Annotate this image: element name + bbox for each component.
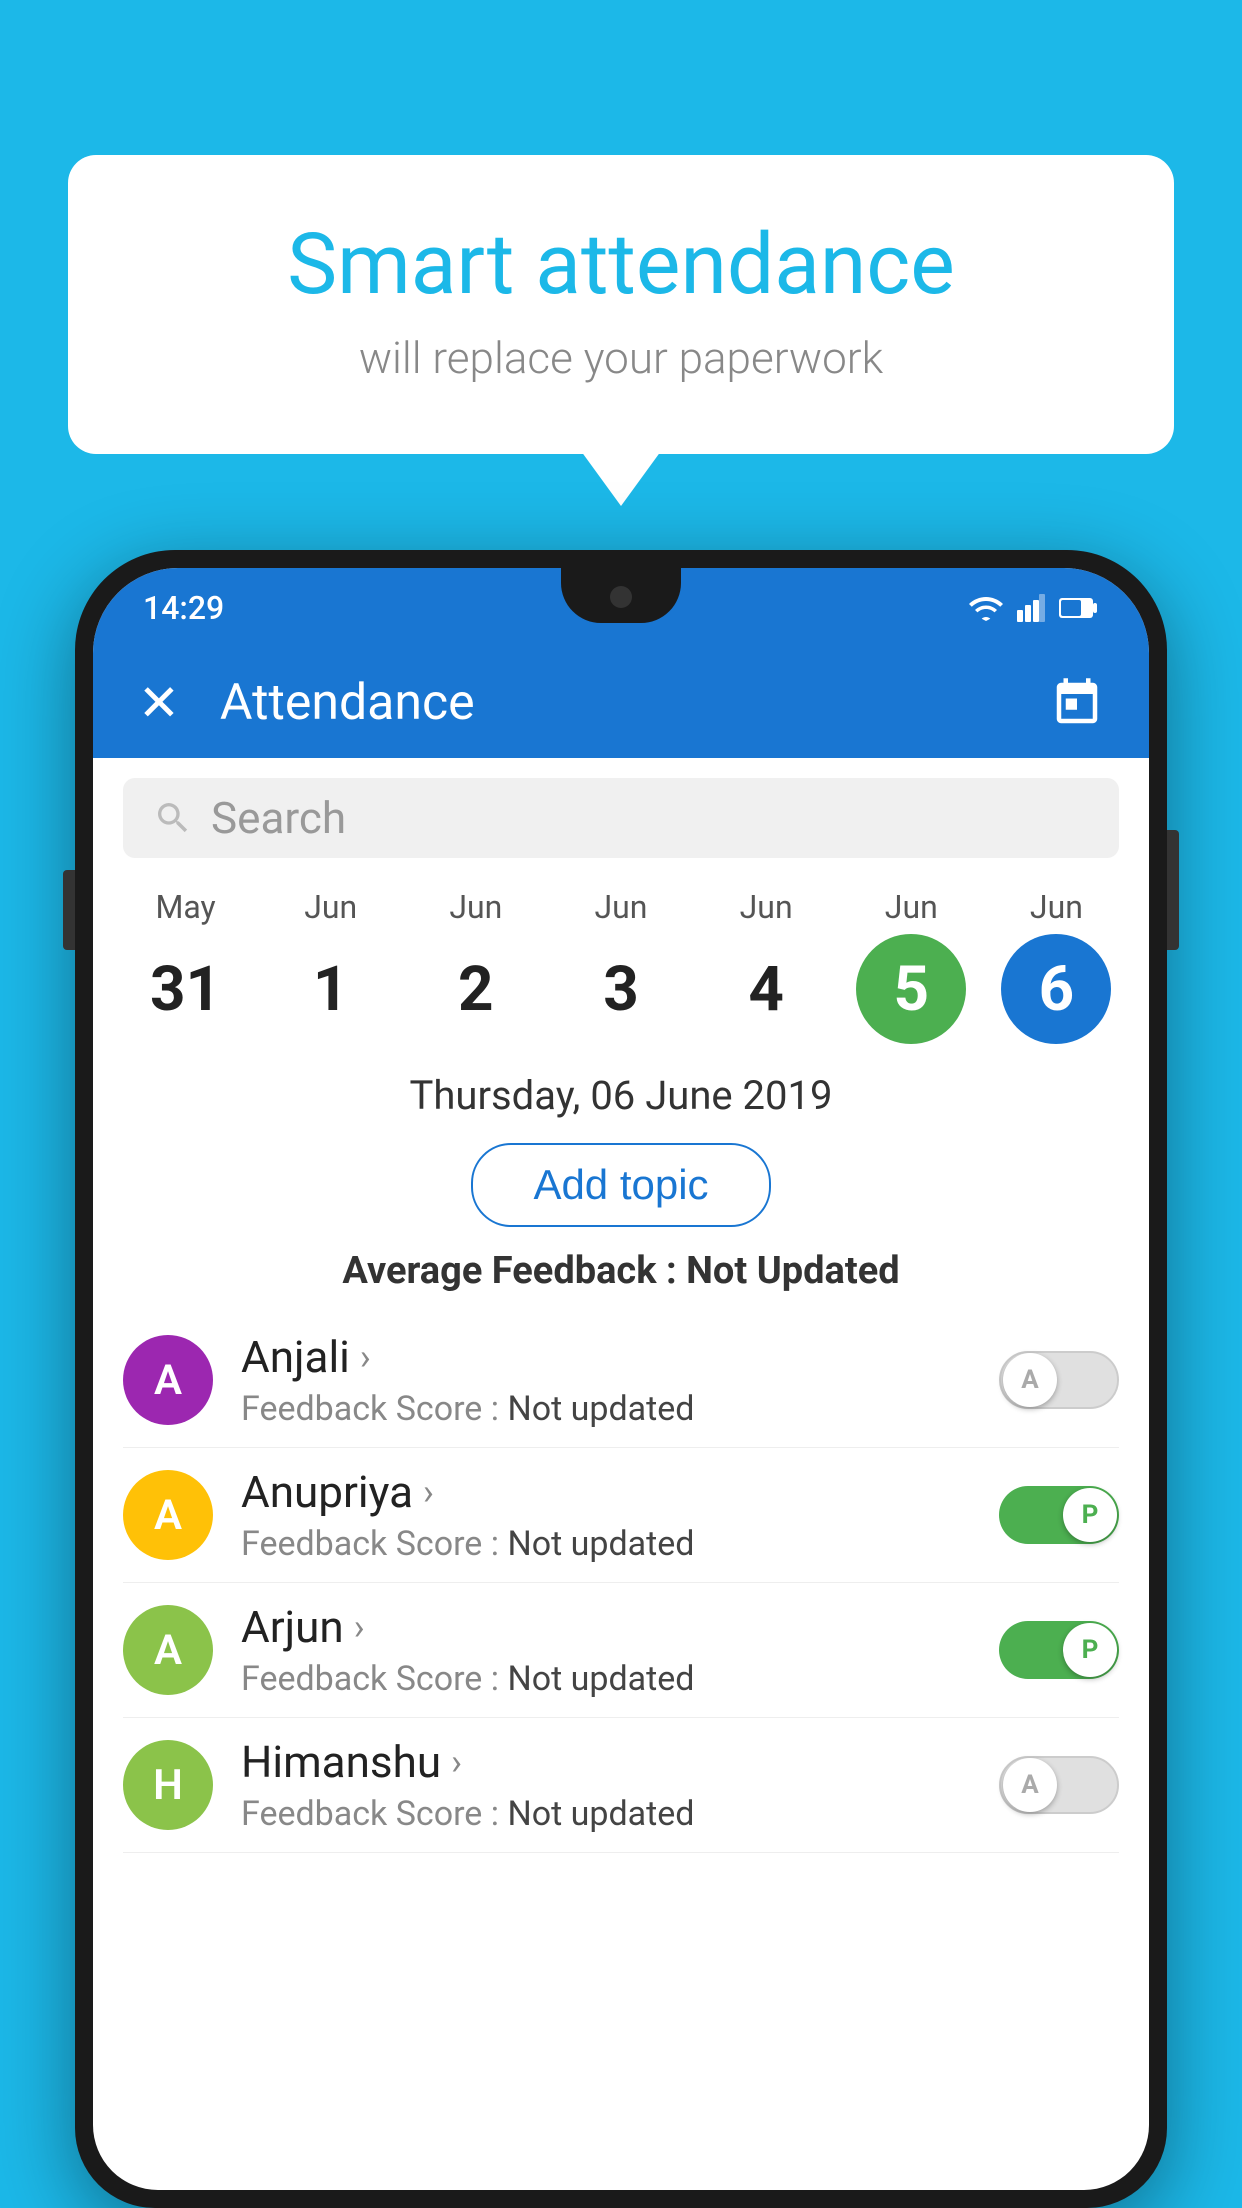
chevron-icon: › — [354, 1606, 365, 1648]
date-day-number[interactable]: 4 — [711, 934, 821, 1044]
toggle-container: P — [989, 1486, 1119, 1544]
notch — [561, 568, 681, 623]
student-info: Anjali › Feedback Score : Not updated — [241, 1331, 989, 1429]
date-day-number[interactable]: 5 — [856, 934, 966, 1044]
status-time: 14:29 — [143, 589, 224, 627]
side-button-left — [63, 870, 75, 950]
date-month-label: Jun — [1030, 888, 1083, 926]
avg-feedback-label: Average Feedback : — [342, 1249, 686, 1293]
date-scroller: May 31 Jun 1 Jun 2 Jun 3 Jun 4 Jun 5 Jun 6 — [93, 878, 1149, 1054]
student-feedback: Feedback Score : Not updated — [241, 1659, 989, 1699]
date-col[interactable]: Jun 4 — [696, 888, 836, 1044]
toggle-container: A — [989, 1756, 1119, 1814]
avatar: A — [123, 1605, 213, 1695]
selected-date-info: Thursday, 06 June 2019 — [93, 1054, 1149, 1131]
student-name: Arjun › — [241, 1601, 989, 1653]
student-feedback: Feedback Score : Not updated — [241, 1524, 989, 1564]
phone-screen: 14:29 — [93, 568, 1149, 2190]
date-month-label: May — [155, 888, 215, 926]
date-col[interactable]: May 31 — [116, 888, 256, 1044]
attendance-toggle[interactable]: P — [999, 1621, 1119, 1679]
search-icon — [153, 798, 193, 838]
student-item[interactable]: A Arjun › Feedback Score : Not updated P — [123, 1583, 1119, 1718]
avg-feedback-value: Not Updated — [686, 1249, 900, 1293]
feedback-value: Not updated — [507, 1794, 694, 1834]
close-button[interactable]: ✕ — [138, 674, 180, 733]
date-month-label: Jun — [740, 888, 793, 926]
avatar: A — [123, 1470, 213, 1560]
chevron-icon: › — [360, 1336, 371, 1378]
wifi-icon — [969, 595, 1003, 621]
battery-icon — [1059, 596, 1099, 620]
student-item[interactable]: A Anupriya › Feedback Score : Not updated P — [123, 1448, 1119, 1583]
date-col[interactable]: Jun 5 — [841, 888, 981, 1044]
date-col[interactable]: Jun 1 — [261, 888, 401, 1044]
chevron-icon: › — [451, 1741, 462, 1783]
side-button-right — [1167, 830, 1179, 950]
toggle-knob: P — [1063, 1623, 1117, 1677]
toggle-knob: A — [1003, 1353, 1057, 1407]
speech-bubble-title: Smart attendance — [148, 215, 1094, 314]
date-day-number[interactable]: 2 — [421, 934, 531, 1044]
date-day-number[interactable]: 3 — [566, 934, 676, 1044]
camera — [610, 586, 632, 608]
date-col[interactable]: Jun 2 — [406, 888, 546, 1044]
signal-icon — [1017, 594, 1045, 622]
student-feedback: Feedback Score : Not updated — [241, 1389, 989, 1429]
app-title: Attendance — [220, 674, 1050, 732]
toggle-knob: A — [1003, 1758, 1057, 1812]
speech-bubble-subtitle: will replace your paperwork — [148, 332, 1094, 384]
chevron-icon: › — [423, 1471, 434, 1513]
status-bar: 14:29 — [93, 568, 1149, 648]
student-info: Anupriya › Feedback Score : Not updated — [241, 1466, 989, 1564]
student-name: Anjali › — [241, 1331, 989, 1383]
student-name: Anupriya › — [241, 1466, 989, 1518]
student-feedback: Feedback Score : Not updated — [241, 1794, 989, 1834]
date-col[interactable]: Jun 6 — [986, 888, 1126, 1044]
avg-feedback: Average Feedback : Not Updated — [93, 1239, 1149, 1313]
student-item[interactable]: A Anjali › Feedback Score : Not updated A — [123, 1313, 1119, 1448]
avatar: A — [123, 1335, 213, 1425]
search-bar[interactable]: Search — [123, 778, 1119, 858]
phone-frame: 14:29 — [75, 550, 1167, 2208]
date-month-label: Jun — [449, 888, 502, 926]
speech-bubble: Smart attendance will replace your paper… — [68, 155, 1174, 454]
speech-bubble-container: Smart attendance will replace your paper… — [68, 155, 1174, 454]
date-day-number[interactable]: 31 — [131, 934, 241, 1044]
student-info: Arjun › Feedback Score : Not updated — [241, 1601, 989, 1699]
attendance-toggle[interactable]: A — [999, 1351, 1119, 1409]
status-icons — [969, 594, 1099, 622]
toggle-container: A — [989, 1351, 1119, 1409]
toggle-container: P — [989, 1621, 1119, 1679]
attendance-toggle[interactable]: P — [999, 1486, 1119, 1544]
feedback-value: Not updated — [507, 1389, 694, 1429]
date-month-label: Jun — [885, 888, 938, 926]
date-month-label: Jun — [595, 888, 648, 926]
student-name: Himanshu › — [241, 1736, 989, 1788]
date-col[interactable]: Jun 3 — [551, 888, 691, 1044]
app-bar: ✕ Attendance — [93, 648, 1149, 758]
attendance-toggle[interactable]: A — [999, 1756, 1119, 1814]
add-topic-button[interactable]: Add topic — [471, 1143, 770, 1227]
toggle-knob: P — [1063, 1488, 1117, 1542]
student-item[interactable]: H Himanshu › Feedback Score : Not updated A — [123, 1718, 1119, 1853]
student-info: Himanshu › Feedback Score : Not updated — [241, 1736, 989, 1834]
date-day-number[interactable]: 6 — [1001, 934, 1111, 1044]
avatar: H — [123, 1740, 213, 1830]
search-placeholder: Search — [211, 792, 346, 844]
feedback-value: Not updated — [507, 1524, 694, 1564]
date-month-label: Jun — [304, 888, 357, 926]
student-list: AAnjali ›Feedback Score : Not updatedAAA… — [93, 1313, 1149, 1853]
date-day-number[interactable]: 1 — [276, 934, 386, 1044]
feedback-value: Not updated — [507, 1659, 694, 1699]
calendar-icon[interactable] — [1050, 676, 1104, 730]
